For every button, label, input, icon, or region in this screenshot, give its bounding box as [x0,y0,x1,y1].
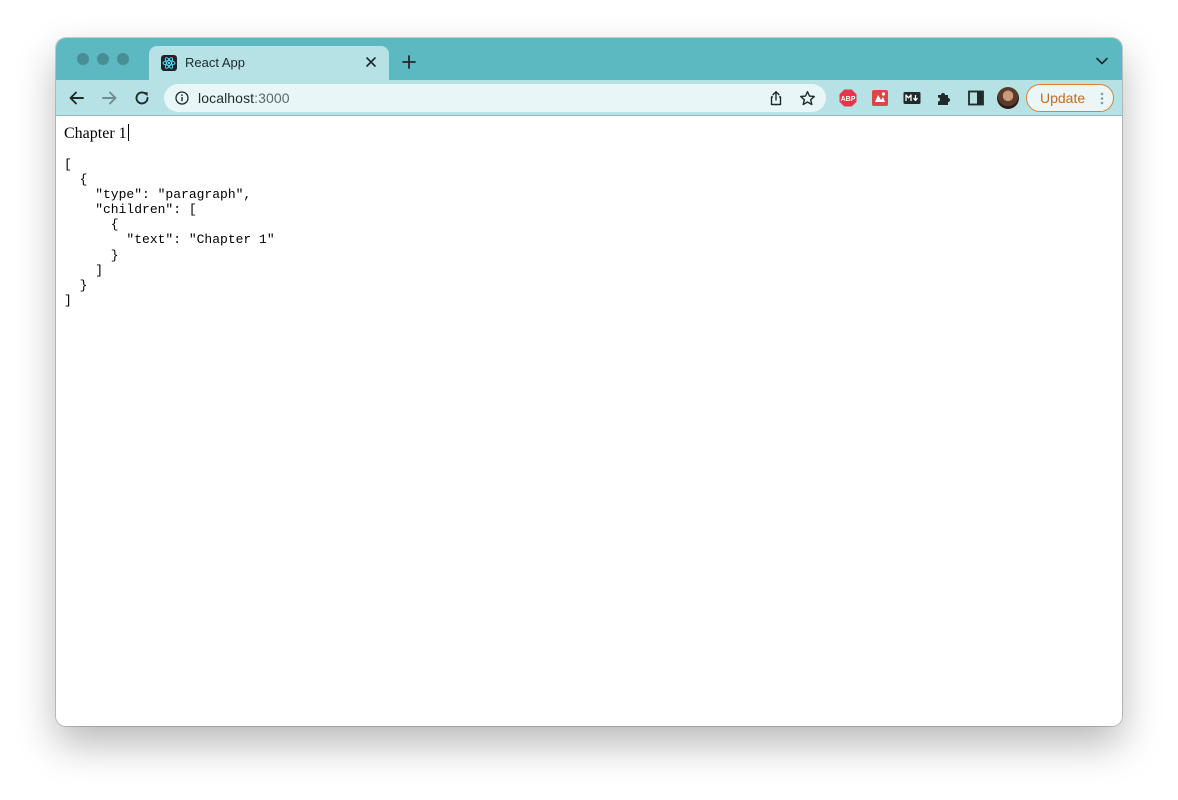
new-tab-icon[interactable] [401,54,417,70]
adblock-plus-icon[interactable]: ABP [839,89,857,107]
url-port: :3000 [254,90,290,106]
close-tab-icon[interactable] [362,53,380,71]
svg-text:ABP: ABP [841,96,856,103]
tab-title: React App [185,55,245,70]
url-host: localhost [198,90,255,106]
page-content: Chapter 1 [ { "type": "paragraph", "chil… [56,117,1122,726]
side-panel-icon[interactable] [967,89,985,107]
red-extension-icon[interactable] [871,89,889,107]
profile-avatar[interactable] [997,87,1019,109]
react-icon [161,55,177,71]
text-caret [127,124,129,141]
site-info-icon[interactable] [175,91,189,105]
tab-react-app[interactable]: React App [149,46,389,80]
minimize-window-button[interactable] [97,53,109,65]
forward-arrow-icon[interactable] [99,88,119,108]
back-arrow-icon[interactable] [67,88,87,108]
puzzle-icon[interactable] [935,89,953,107]
editor-paragraph[interactable]: Chapter 1 [64,125,127,142]
url-text[interactable]: localhost:3000 [198,90,290,106]
more-vert-icon [1100,92,1104,105]
markdown-icon[interactable] [903,89,921,107]
browser-toolbar: localhost:3000 ABP Update [56,80,1122,116]
maximize-window-button[interactable] [117,53,129,65]
chevron-down-icon[interactable] [1096,57,1108,65]
rich-text-editor[interactable]: Chapter 1 [64,124,129,144]
bookmark-star-icon[interactable] [799,90,816,107]
tab-strip: React App [56,38,1122,80]
update-button-label: Update [1040,90,1086,106]
close-window-button[interactable] [77,53,89,65]
json-output: [ { "type": "paragraph", "children": [ {… [64,157,275,308]
share-icon[interactable] [768,90,784,106]
browser-window: React App localhost:3000 ABP Update Chap… [56,38,1122,726]
update-button[interactable]: Update [1026,84,1114,112]
reload-icon[interactable] [132,88,152,108]
address-bar[interactable]: localhost:3000 [164,84,826,112]
